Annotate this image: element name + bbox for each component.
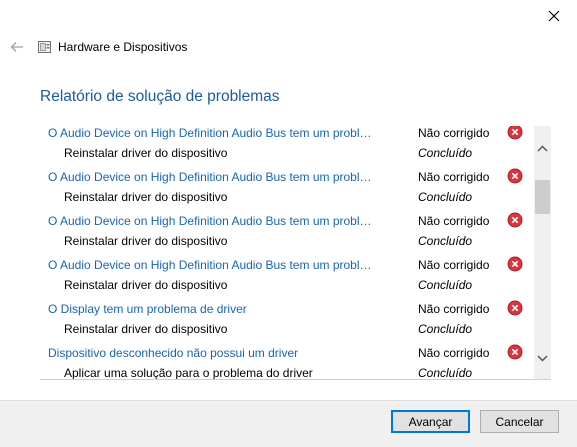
problem-title-link[interactable]: O Display tem um problema de driver — [48, 302, 378, 316]
troubleshooter-window: Hardware e Dispositivos Relatório de sol… — [0, 0, 577, 447]
list-item: O Audio Device on High Definition Audio … — [40, 252, 534, 296]
problem-action: Reinstalar driver do dispositivo — [64, 146, 228, 160]
error-x-icon — [507, 300, 523, 316]
problem-list: O Audio Device on High Definition Audio … — [40, 126, 551, 380]
problem-action: Reinstalar driver do dispositivo — [64, 322, 228, 336]
problem-status: Não corrigido — [418, 258, 490, 272]
footer-bar: Avançar Cancelar — [0, 400, 577, 447]
problem-result: Concluído — [418, 146, 473, 160]
scroll-thumb[interactable] — [535, 180, 550, 214]
page-heading: Relatório de solução de problemas — [40, 88, 280, 105]
problem-result: Concluído — [418, 322, 473, 336]
list-item: O Audio Device on High Definition Audio … — [40, 164, 534, 208]
error-x-icon — [507, 256, 523, 272]
error-x-icon — [507, 168, 523, 184]
problem-status: Não corrigido — [418, 126, 490, 140]
problem-result: Concluído — [418, 190, 473, 204]
problem-result: Concluído — [418, 366, 473, 380]
problem-rows: O Audio Device on High Definition Audio … — [40, 126, 534, 380]
problem-action: Aplicar uma solução para o problema do d… — [64, 366, 313, 380]
list-item: O Audio Device on High Definition Audio … — [40, 208, 534, 252]
back-button[interactable] — [8, 38, 26, 56]
problem-action: Reinstalar driver do dispositivo — [64, 234, 228, 248]
window-title: Hardware e Dispositivos — [58, 40, 188, 54]
close-icon — [548, 10, 560, 22]
vertical-scrollbar[interactable] — [534, 126, 551, 379]
problem-title-link[interactable]: O Audio Device on High Definition Audio … — [48, 170, 378, 184]
problem-result: Concluído — [418, 278, 473, 292]
problem-status: Não corrigido — [418, 346, 490, 360]
scroll-up-button[interactable] — [534, 140, 551, 157]
problem-status: Não corrigido — [418, 170, 490, 184]
problem-title-link[interactable]: O Audio Device on High Definition Audio … — [48, 258, 378, 272]
error-x-icon — [507, 126, 523, 140]
chevron-down-icon — [537, 355, 548, 362]
troubleshooter-icon — [37, 39, 53, 55]
problem-status: Não corrigido — [418, 302, 490, 316]
list-item: Dispositivo desconhecido não possui um d… — [40, 340, 534, 380]
list-item: O Display tem um problema de driver Rein… — [40, 296, 534, 340]
navigation-bar: Hardware e Dispositivos — [8, 37, 187, 57]
error-x-icon — [507, 212, 523, 228]
error-x-icon — [507, 344, 523, 360]
next-button[interactable]: Avançar — [391, 410, 470, 433]
back-arrow-icon — [10, 42, 23, 52]
problem-title-link[interactable]: O Audio Device on High Definition Audio … — [48, 126, 378, 140]
chevron-up-icon — [537, 145, 548, 152]
list-item: O Audio Device on High Definition Audio … — [40, 126, 534, 164]
problem-action: Reinstalar driver do dispositivo — [64, 278, 228, 292]
problem-title-link[interactable]: O Audio Device on High Definition Audio … — [48, 214, 378, 228]
problem-status: Não corrigido — [418, 214, 490, 228]
problem-result: Concluído — [418, 234, 473, 248]
problem-action: Reinstalar driver do dispositivo — [64, 190, 228, 204]
scroll-down-button[interactable] — [534, 350, 551, 367]
close-button[interactable] — [539, 4, 569, 28]
problem-title-link[interactable]: Dispositivo desconhecido não possui um d… — [48, 346, 378, 360]
cancel-button[interactable]: Cancelar — [480, 410, 559, 433]
